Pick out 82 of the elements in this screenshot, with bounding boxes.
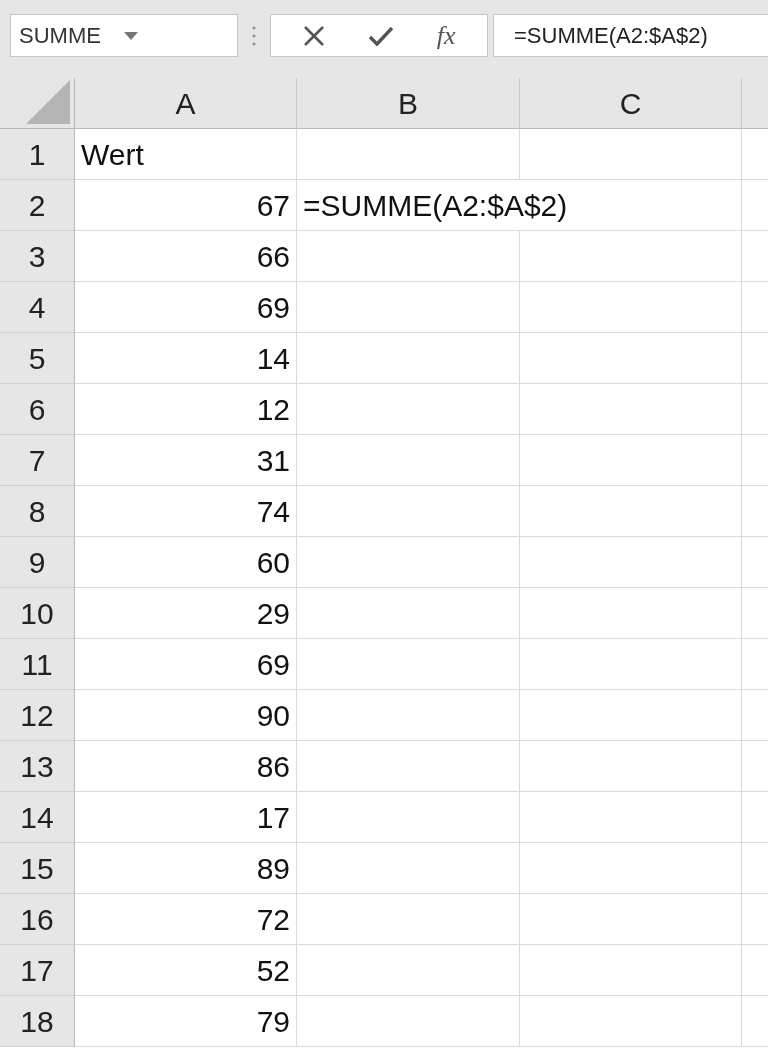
table-cell[interactable]: 12 [75, 384, 297, 435]
table-cell[interactable] [520, 231, 742, 282]
table-cell[interactable]: 89 [75, 843, 297, 894]
row-header[interactable]: 3 [0, 231, 75, 282]
table-cell[interactable] [520, 945, 742, 996]
table-cell[interactable] [520, 537, 742, 588]
table-cell[interactable] [520, 894, 742, 945]
row-header[interactable]: 12 [0, 690, 75, 741]
table-cell[interactable] [520, 792, 742, 843]
formula-field[interactable]: =SUMME(A2:$A$2) [493, 14, 768, 57]
table-cell[interactable] [297, 129, 520, 180]
table-cell[interactable] [297, 741, 520, 792]
table-cell[interactable] [297, 333, 520, 384]
table-cell[interactable]: 79 [75, 996, 297, 1047]
table-cell[interactable]: 69 [75, 282, 297, 333]
table-cell[interactable]: Wert [75, 129, 297, 180]
table-cell[interactable] [520, 384, 742, 435]
table-cell[interactable] [520, 282, 742, 333]
row-header[interactable]: 7 [0, 435, 75, 486]
table-cell[interactable]: 86 [75, 741, 297, 792]
row-header[interactable]: 17 [0, 945, 75, 996]
table-cell[interactable]: =SUMME(A2:$A$2) [297, 180, 742, 231]
table-cell[interactable] [297, 639, 520, 690]
name-box[interactable]: SUMME [10, 14, 238, 57]
table-cell[interactable]: 29 [75, 588, 297, 639]
table-cell[interactable] [297, 996, 520, 1047]
column-header[interactable]: A [75, 78, 297, 129]
row-header[interactable]: 18 [0, 996, 75, 1047]
table-cell[interactable] [520, 741, 742, 792]
table-cell[interactable] [297, 894, 520, 945]
row-header[interactable]: 14 [0, 792, 75, 843]
column-header[interactable]: C [520, 78, 742, 129]
table-cell[interactable]: 14 [75, 333, 297, 384]
table-cell[interactable]: 52 [75, 945, 297, 996]
column-header[interactable] [742, 78, 768, 129]
table-cell[interactable] [297, 435, 520, 486]
insert-function-button[interactable]: fx [436, 16, 456, 55]
table-cell[interactable] [297, 282, 520, 333]
checkmark-icon[interactable] [367, 24, 394, 47]
table-cell[interactable]: 60 [75, 537, 297, 588]
table-cell[interactable] [520, 588, 742, 639]
table-cell[interactable] [520, 843, 742, 894]
row-header[interactable]: 15 [0, 843, 75, 894]
row-header[interactable]: 8 [0, 486, 75, 537]
table-cell[interactable] [520, 639, 742, 690]
table-cell[interactable] [520, 486, 742, 537]
row-header[interactable]: 13 [0, 741, 75, 792]
column-header[interactable]: B [297, 78, 520, 129]
row-header[interactable]: 1 [0, 129, 75, 180]
table-cell[interactable] [297, 588, 520, 639]
table-cell[interactable]: 90 [75, 690, 297, 741]
row-header[interactable]: 10 [0, 588, 75, 639]
table-cell[interactable]: 67 [75, 180, 297, 231]
select-all-button[interactable] [0, 78, 75, 129]
table-cell[interactable]: 17 [75, 792, 297, 843]
table-cell[interactable] [297, 384, 520, 435]
table-cell[interactable] [520, 333, 742, 384]
table-cell[interactable] [520, 435, 742, 486]
table-cell[interactable] [520, 129, 742, 180]
table-cell[interactable]: 69 [75, 639, 297, 690]
row-header[interactable]: 9 [0, 537, 75, 588]
table-cell[interactable]: 31 [75, 435, 297, 486]
drag-handle-icon[interactable] [252, 25, 256, 46]
table-cell[interactable] [520, 690, 742, 741]
table-cell[interactable] [297, 486, 520, 537]
table-cell[interactable] [520, 996, 742, 1047]
table-cell[interactable] [297, 537, 520, 588]
row-header[interactable]: 2 [0, 180, 75, 231]
table-cell[interactable]: 74 [75, 486, 297, 537]
table-cell[interactable] [297, 231, 520, 282]
row-header[interactable]: 5 [0, 333, 75, 384]
row-header[interactable]: 6 [0, 384, 75, 435]
row-header[interactable]: 16 [0, 894, 75, 945]
table-cell[interactable]: 72 [75, 894, 297, 945]
table-cell[interactable]: 66 [75, 231, 297, 282]
table-cell[interactable] [297, 690, 520, 741]
row-header[interactable]: 4 [0, 282, 75, 333]
table-cell[interactable] [297, 843, 520, 894]
table-cell[interactable] [297, 792, 520, 843]
row-header[interactable]: 11 [0, 639, 75, 690]
cancel-icon[interactable] [302, 24, 325, 47]
table-cell[interactable] [297, 945, 520, 996]
